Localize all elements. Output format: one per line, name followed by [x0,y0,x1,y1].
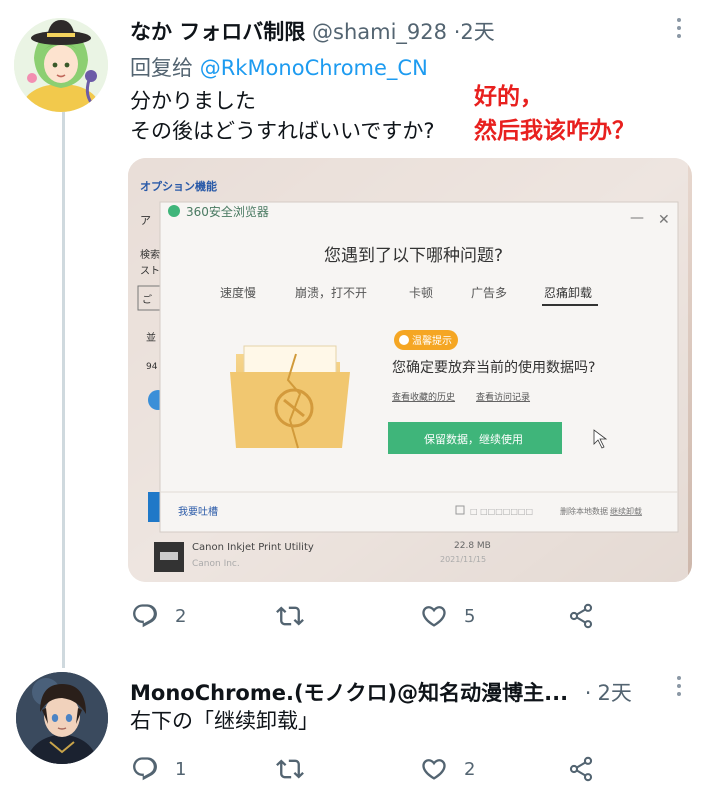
share-icon [569,756,593,782]
photo-feedback-link: 我要吐槽 [178,505,218,518]
reply-count: 1 [175,758,187,780]
repost-button[interactable] [276,755,320,783]
tweet-text: 分かりました その後はどうすればいいですか? [130,86,435,146]
repost-button[interactable] [276,602,320,630]
heart-icon [422,606,446,627]
like-button[interactable]: 5 [420,602,475,630]
photo-tab: 崩溃，打不开 [295,286,367,300]
photo-side-item: ア [140,214,151,227]
tweet-header: なか フォロバ制限 @shami_928 ·2天 [130,16,495,46]
more-options-icon[interactable] [673,18,685,38]
thread-line [62,108,65,668]
separator-dot: · [584,681,592,705]
avatar-illustration [16,672,108,764]
photo-link: 查看访问记录 [476,391,530,403]
photo-footer-option: 继续卸载 [610,506,642,516]
share-icon [569,603,593,629]
photo-side-item: 並 [146,331,156,344]
reply-mention-link[interactable]: @RkMonoChrome_CN [200,56,428,80]
reply-button[interactable]: 2 [131,602,186,630]
display-name[interactable]: なか フォロバ制限 [130,20,305,44]
timestamp[interactable]: 2天 [597,681,631,705]
reply-context: 回复给 @RkMonoChrome_CN [130,52,428,82]
svg-text:✕: ✕ [658,212,670,228]
reply-button[interactable]: 1 [131,755,186,783]
like-count: 5 [464,605,476,627]
tweet-text-line: 右下の「继续卸载」 [130,709,319,733]
photo-app-date: 2021/11/15 [440,555,486,564]
photo-app-size: 22.8 MB [454,541,491,551]
photo-side-item: 94 [146,362,158,372]
repost-icon [276,606,304,626]
photo-tab: 速度慢 [220,285,256,300]
avatar[interactable] [16,672,108,764]
photo-tab: 卡顿 [409,286,433,300]
heart-icon [422,759,446,780]
avatar[interactable] [14,18,108,112]
photo-footer-option: 删除本地数据 [560,506,608,516]
photo-primary-button: 保留数据，继续使用 [424,432,523,446]
reply-count: 2 [175,605,187,627]
tweet-photo[interactable]: オプション機能 ア 検索 スト ご 並 94 360安全浏览器 — ✕ 您遇到了… [128,158,692,582]
reply-icon [133,757,157,781]
photo-side-item: スト [140,266,160,277]
photo-app-name: Canon Inkjet Print Utility [192,542,314,553]
photo-prompt: 您确定要放弃当前的使用数据吗? [392,359,595,376]
more-options-icon[interactable] [673,676,685,696]
photo-tab: 广告多 [471,286,507,300]
translation-annotation: 好的， 然后我该咋办？ [474,80,635,148]
reply-prefix: 回复给 [130,56,193,80]
share-button[interactable] [567,602,595,630]
reply-icon [133,604,157,628]
photo-of-screen: オプション機能 ア 検索 スト ご 並 94 360安全浏览器 — ✕ 您遇到了… [128,158,692,582]
annotation-line: 然后我该咋办？ [474,118,635,144]
tweet-header: MonoChrome.(モノクロ)@知名动漫博主... · 2天 [130,677,632,707]
like-count: 2 [464,758,476,780]
display-name[interactable]: MonoChrome.(モノクロ)@知名动漫博主... [130,681,568,705]
annotation-line: 好的， [474,84,543,110]
photo-app-publisher: Canon Inc. [192,559,240,569]
tweet-text: 右下の「继续卸载」 [130,706,319,736]
photo-side-panel-title: オプション機能 [140,179,217,193]
tweet-text-line: 分かりました [130,89,256,113]
photo-link: 查看收藏的历史 [392,391,455,403]
repost-icon [276,759,304,779]
avatar-illustration [14,18,108,112]
photo-side-item: ご [142,293,152,306]
photo-question: 您遇到了以下哪种问题? [324,246,503,266]
user-handle[interactable]: @shami_928 [312,20,447,44]
photo-badge: 温馨提示 [412,334,452,347]
like-button[interactable]: 2 [420,755,475,783]
svg-text:—: — [630,210,644,226]
photo-browser-title: 360安全浏览器 [186,204,269,219]
share-button[interactable] [567,755,595,783]
photo-side-item: 検索 [140,248,160,261]
photo-tab-selected: 忍痛卸载 [544,285,592,300]
svg-text:□ □□□□□□□: □ □□□□□□□ [470,507,533,516]
timestamp[interactable]: 2天 [460,20,494,44]
tweet-text-line: その後はどうすればいいですか? [130,119,435,143]
